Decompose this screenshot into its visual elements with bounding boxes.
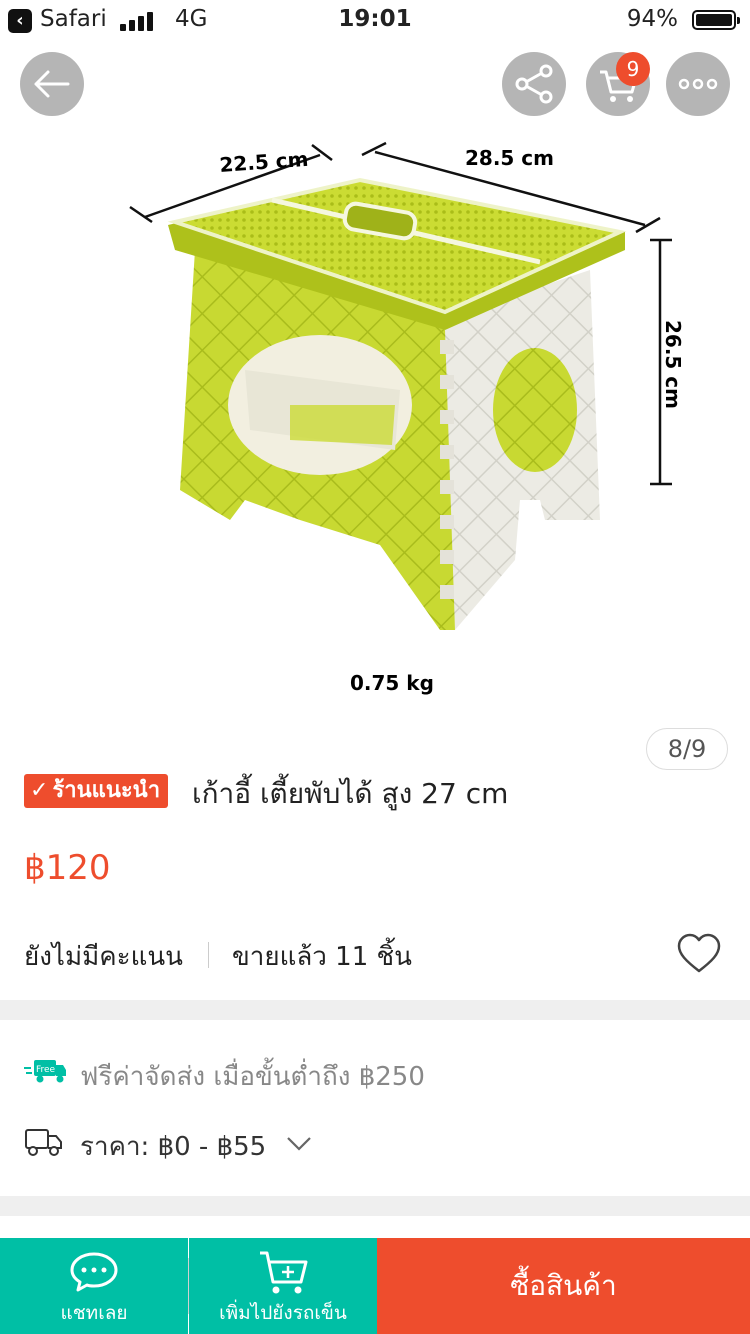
battery-percent: 94% (626, 6, 678, 32)
back-arrow-icon (34, 70, 70, 98)
weight-label: 0.75 kg (350, 671, 434, 695)
free-shipping-text: ฟรีค่าจัดส่ง เมื่อขั้นต่ำถึง ฿250 (80, 1062, 425, 1092)
chat-icon (70, 1252, 118, 1292)
chevron-down-icon (287, 1137, 311, 1151)
back-button[interactable] (20, 52, 84, 116)
buy-now-button[interactable]: ซื้อสินค้า (377, 1238, 750, 1334)
product-stats: ยังไม่มีคะแนน ขายแล้ว 11 ชิ้น (24, 932, 726, 978)
add-to-cart-button[interactable]: เพิ่มไปยังรถเข็น (189, 1238, 377, 1334)
free-shipping-row: Free ฟรีค่าจัดส่ง เมื่อขั้นต่ำถึง ฿250 (24, 1054, 724, 1094)
dimension-depth-label: 28.5 cm (465, 146, 554, 170)
more-button[interactable] (666, 52, 730, 116)
chat-label: แชทเลย (60, 1302, 128, 1324)
dimension-height-label: 26.5 cm (661, 320, 685, 409)
stats-divider (208, 942, 209, 968)
recommended-shop-badge: ✓ ร้านแนะนำ (24, 774, 169, 808)
cart-count-badge: 9 (616, 52, 650, 86)
more-icon (678, 78, 718, 90)
delivery-truck-icon (25, 1129, 62, 1156)
sold-count: ขายแล้ว 11 ชิ้น (232, 942, 412, 972)
product-title-row: ✓ ร้านแนะนำ เก้าอี้ เตี้ยพับได้ สูง 27 cm (24, 770, 724, 814)
bottom-action-bar: แชทเลย เพิ่มไปยังรถเข็น ซื้อสินค้า (0, 1238, 750, 1334)
section-divider (0, 1196, 750, 1216)
dimension-width-label: 22.5 cm (219, 147, 309, 177)
chat-button[interactable]: แชทเลย (0, 1238, 188, 1334)
battery-icon (692, 10, 740, 30)
add-to-cart-icon (260, 1251, 308, 1294)
shipping-cost-row[interactable]: ราคา: ฿0 - ฿55 (24, 1122, 724, 1164)
product-image-carousel[interactable]: 22.5 cm 28.5 cm 26.5 cm 0.75 kg 8/9 (0, 42, 750, 770)
section-divider (0, 1000, 750, 1020)
shipping-price-text: ราคา: ฿0 - ฿55 (80, 1132, 267, 1162)
favorite-heart-icon[interactable] (676, 932, 722, 976)
add-to-cart-label: เพิ่มไปยังรถเข็น (219, 1302, 347, 1324)
share-button[interactable] (502, 52, 566, 116)
free-badge-text: Free (36, 1065, 56, 1075)
share-icon (515, 64, 553, 104)
rating-text: ยังไม่มีคะแนน (24, 942, 183, 972)
recommended-shop-label: ร้านแนะนำ (52, 778, 161, 803)
product-title: เก้าอี้ เตี้ยพับได้ สูง 27 cm (192, 777, 509, 810)
product-price: ฿120 (24, 848, 111, 888)
check-icon: ✓ (30, 778, 49, 803)
free-shipping-truck-icon: Free (24, 1060, 66, 1083)
status-bar: ‹ Safari 4G 19:01 94% (0, 0, 750, 42)
folding-stool-image: 22.5 cm 28.5 cm 26.5 cm 0.75 kg (129, 141, 685, 695)
image-pager: 8/9 (646, 728, 728, 770)
